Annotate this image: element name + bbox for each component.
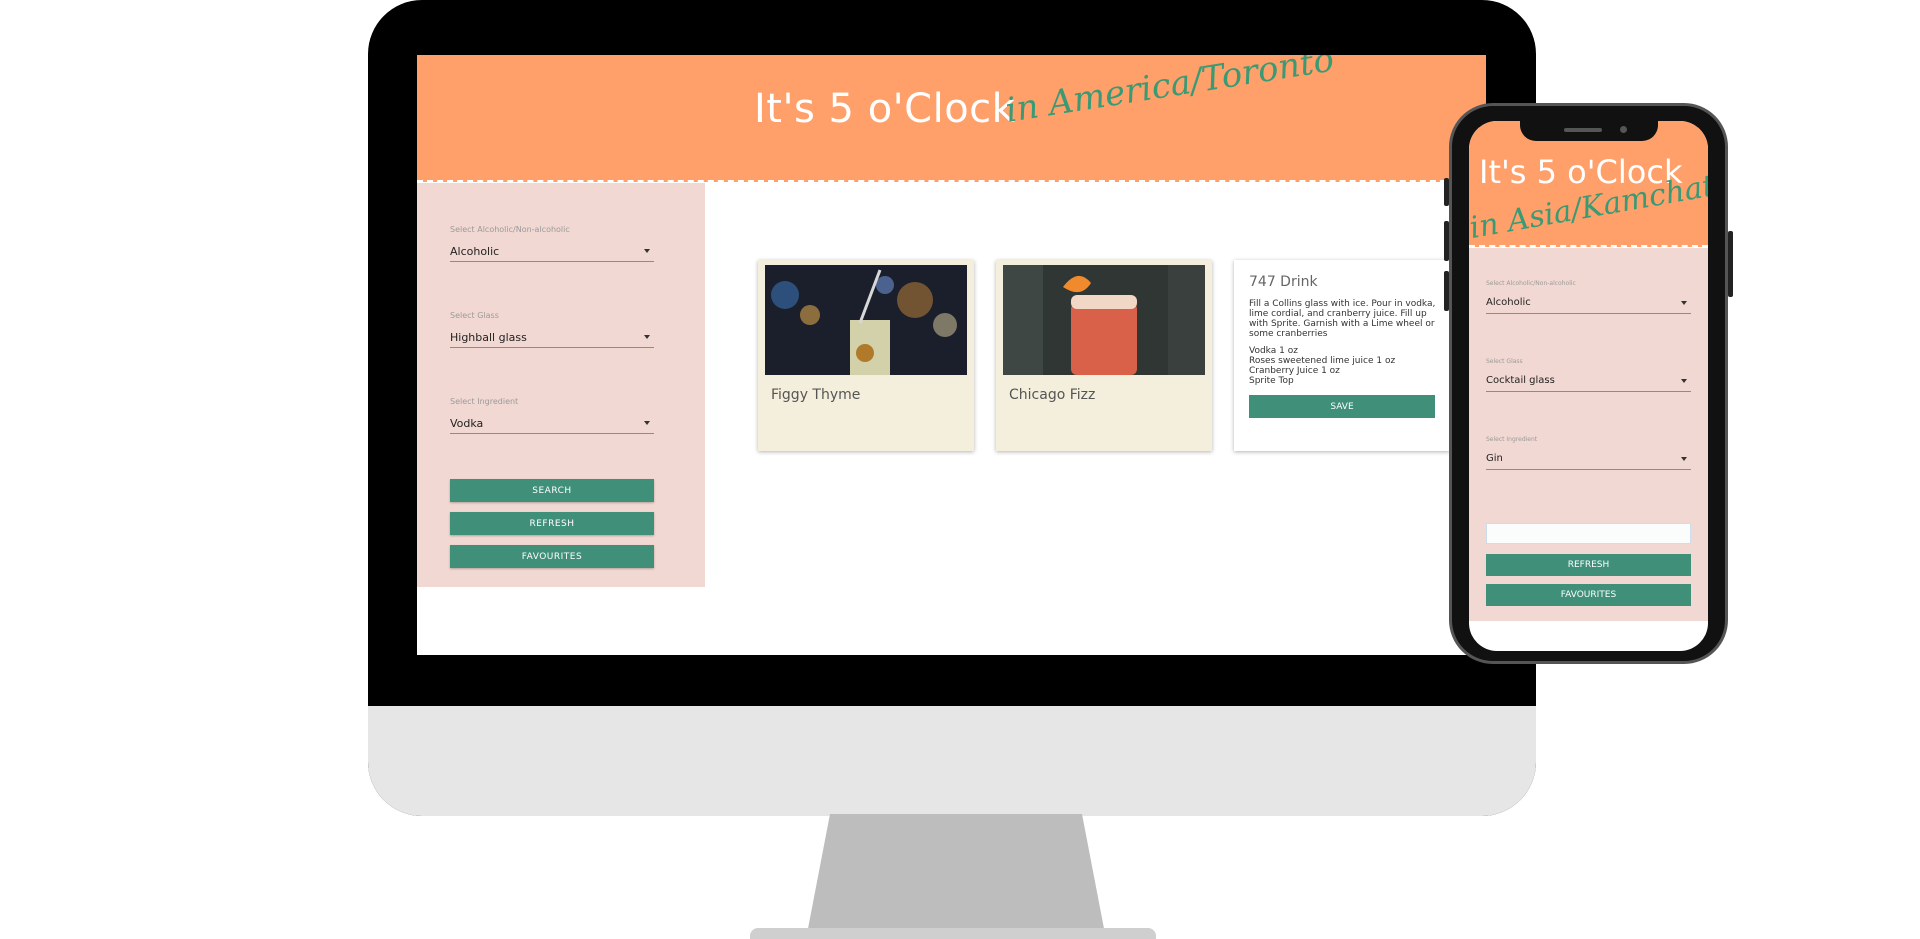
page-title: It's 5 o'Clock	[754, 86, 1016, 132]
favourites-button[interactable]: FAVOURITES	[450, 545, 654, 568]
glass-select-value: Highball glass	[450, 330, 527, 344]
ingredient-list: Vodka 1 oz Roses sweetened lime juice 1 …	[1249, 346, 1395, 386]
phone-frame: It's 5 o'Clock in Asia/Kamchatka Select …	[1444, 103, 1733, 664]
phone-notch	[1520, 121, 1658, 141]
timezone-subtitle: in America/Toronto	[1002, 55, 1337, 131]
mobile-filter-panel: Select Alcoholic/Non-alcoholic Alcoholic…	[1469, 248, 1708, 621]
filter-sidebar: Select Alcoholic/Non-alcoholic Alcoholic…	[417, 183, 705, 587]
mobile-favourites-button[interactable]: FAVOURITES	[1486, 584, 1691, 606]
phone-side-button	[1444, 178, 1449, 206]
ingredient-item: Sprite Top	[1249, 376, 1294, 386]
drink-detail-card: 747 Drink Fill a Collins glass with ice.…	[1234, 260, 1450, 451]
mobile-ingredient-select-value: Gin	[1486, 453, 1503, 464]
ingredient-item: Roses sweetened lime juice 1 oz	[1249, 356, 1396, 366]
alcoholic-select-value: Alcoholic	[450, 244, 500, 258]
mobile-alcoholic-select-value: Alcoholic	[1486, 297, 1531, 308]
alcoholic-select[interactable]: Select Alcoholic/Non-alcoholic Alcoholic	[450, 225, 654, 262]
glass-select-label: Select Glass	[450, 311, 499, 320]
ingredient-select-value: Vodka	[450, 416, 484, 430]
drink-card[interactable]: Figgy Thyme	[758, 260, 974, 451]
drink-instructions: Fill a Collins glass with ice. Pour in v…	[1249, 299, 1436, 339]
mobile-alcoholic-select-label: Select Alcoholic/Non-alcoholic	[1486, 280, 1576, 287]
ingredient-item: Cranberry Juice 1 oz	[1249, 366, 1340, 376]
chevron-down-icon	[1681, 378, 1687, 383]
phone-side-button	[1444, 271, 1449, 311]
chevron-down-icon	[644, 249, 650, 253]
drink-photo	[1003, 265, 1205, 375]
search-button[interactable]: SEARCH	[450, 479, 654, 502]
phone-side-button	[1444, 221, 1449, 261]
mobile-alcoholic-select[interactable]: Select Alcoholic/Non-alcoholic Alcoholic	[1486, 280, 1691, 314]
refresh-button[interactable]: REFRESH	[450, 512, 654, 535]
monitor-stand	[806, 814, 1106, 939]
phone-side-button	[1728, 231, 1733, 297]
mobile-glass-select-value: Cocktail glass	[1486, 375, 1555, 386]
phone-screen: It's 5 o'Clock in Asia/Kamchatka Select …	[1469, 121, 1708, 651]
mockup-stage: It's 5 o'Clock in America/Toronto Select…	[0, 0, 1920, 939]
drink-name: Figgy Thyme	[771, 387, 861, 403]
drink-card[interactable]: Chicago Fizz	[996, 260, 1212, 451]
camera-icon	[1620, 126, 1627, 133]
save-button[interactable]: SAVE	[1249, 395, 1435, 418]
ingredient-item: Vodka 1 oz	[1249, 346, 1298, 356]
mobile-glass-select[interactable]: Select Glass Cocktail glass	[1486, 358, 1691, 392]
drink-detail-name: 747 Drink	[1249, 274, 1318, 290]
chevron-down-icon	[644, 421, 650, 425]
alcoholic-select-label: Select Alcoholic/Non-alcoholic	[450, 225, 570, 234]
chevron-down-icon	[1681, 456, 1687, 461]
speaker-icon	[1564, 128, 1602, 132]
glass-select[interactable]: Select Glass Highball glass	[450, 311, 654, 348]
mobile-ingredient-select[interactable]: Select Ingredient Gin	[1486, 436, 1691, 470]
chevron-down-icon	[644, 335, 650, 339]
desktop-header: It's 5 o'Clock in America/Toronto	[417, 55, 1486, 182]
drink-name: Chicago Fizz	[1009, 387, 1096, 403]
monitor-stand-base	[750, 928, 1156, 939]
mobile-search-input[interactable]	[1486, 523, 1691, 544]
desktop-screen: It's 5 o'Clock in America/Toronto Select…	[417, 55, 1486, 655]
chevron-down-icon	[1681, 300, 1687, 305]
mobile-glass-select-label: Select Glass	[1486, 358, 1523, 365]
mobile-ingredient-select-label: Select Ingredient	[1486, 436, 1538, 443]
mobile-refresh-button[interactable]: REFRESH	[1486, 554, 1691, 576]
monitor-chin	[368, 706, 1536, 816]
drink-photo	[765, 265, 967, 375]
ingredient-select[interactable]: Select Ingredient Vodka	[450, 397, 654, 434]
ingredient-select-label: Select Ingredient	[450, 397, 519, 406]
